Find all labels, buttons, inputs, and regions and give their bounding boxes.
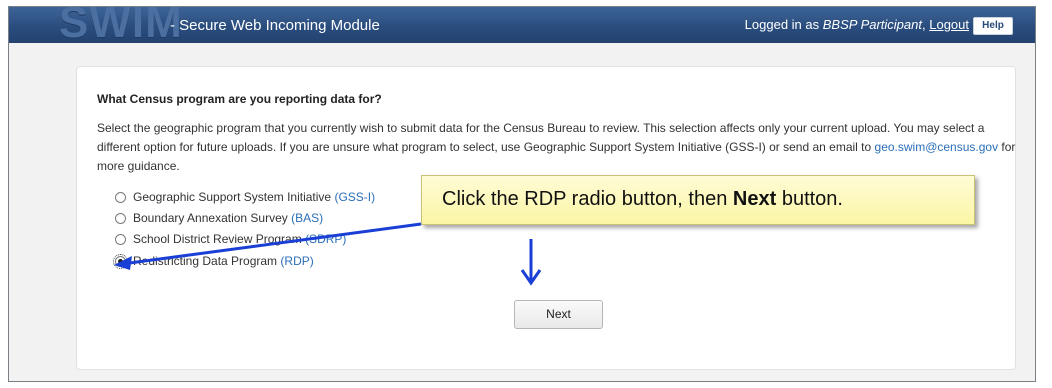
user-role: BBSP Participant: [822, 17, 922, 32]
radio-gss-i[interactable]: [115, 191, 126, 203]
next-button[interactable]: Next: [514, 300, 603, 329]
option-code: (BAS): [291, 211, 324, 225]
app-header: SWIM - Secure Web Incoming Module Logged…: [9, 6, 1035, 47]
option-label: School District Review Program: [133, 232, 302, 246]
page-question: What Census program are you reporting da…: [97, 92, 382, 106]
email-link[interactable]: geo.swim@census.gov: [875, 140, 999, 154]
callout-text: Click the RDP radio button, then: [442, 188, 733, 210]
callout-bold: Next: [732, 188, 777, 210]
option-code: (SDRP): [305, 232, 347, 246]
help-button[interactable]: Help: [973, 17, 1013, 35]
option-label: Boundary Annexation Survey: [133, 211, 288, 225]
callout-text-end: button.: [776, 188, 843, 210]
logged-in-label: Logged in as: [744, 17, 820, 32]
option-code: (RDP): [280, 254, 314, 268]
user-info: Logged in as BBSP Participant, Logout: [745, 17, 969, 32]
program-description: Select the geographic program that you c…: [97, 119, 1022, 176]
option-sdrp[interactable]: School District Review Program (SDRP): [115, 230, 346, 248]
user-separator: ,: [921, 17, 926, 32]
option-code: (GSS-I): [334, 190, 376, 204]
option-rdp[interactable]: Redistricting Data Program (RDP): [113, 252, 314, 270]
option-label: Redistricting Data Program: [133, 254, 278, 268]
radio-bas[interactable]: [115, 212, 126, 224]
option-gss-i[interactable]: Geographic Support System Initiative (GS…: [115, 188, 375, 206]
option-label: Geographic Support System Initiative: [133, 190, 332, 204]
instruction-callout: Click the RDP radio button, then Next bu…: [421, 175, 975, 225]
logout-link[interactable]: Logout: [929, 17, 969, 32]
description-text-1: Select the geographic program that you c…: [97, 121, 985, 154]
app-title: - Secure Web Incoming Module: [170, 17, 380, 34]
option-bas[interactable]: Boundary Annexation Survey (BAS): [115, 209, 323, 227]
radio-rdp[interactable]: [113, 253, 128, 269]
radio-sdrp[interactable]: [115, 233, 126, 245]
swim-logo: SWIM: [59, 6, 183, 47]
